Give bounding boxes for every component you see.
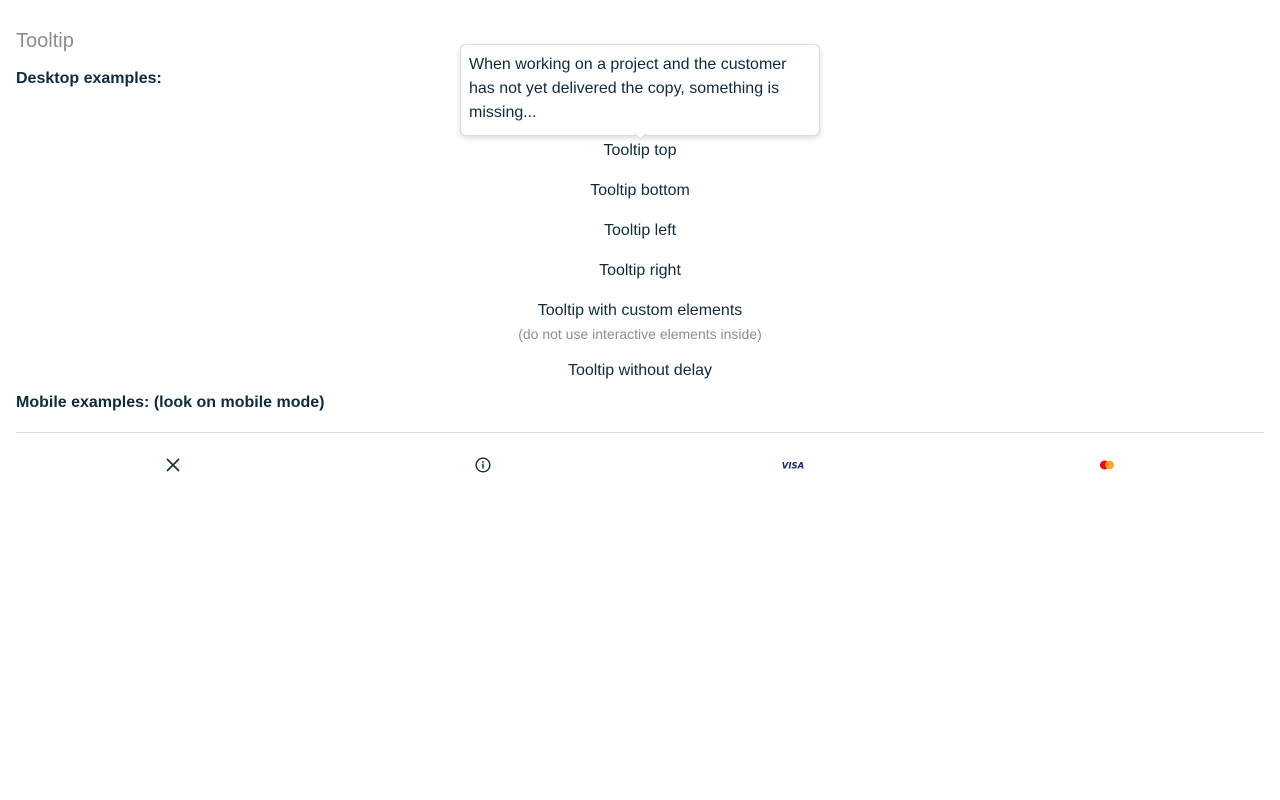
tooltip-right-button[interactable]: Tooltip right (599, 262, 681, 280)
page-title: Tooltip (16, 30, 74, 52)
tooltip-left-trigger: Tooltip left (0, 222, 1280, 240)
mobile-examples-heading: Mobile examples: (look on mobile mode) (16, 394, 325, 411)
close-icon (166, 458, 180, 472)
tooltip-right-trigger: Tooltip right (0, 262, 1280, 280)
desktop-examples-heading: Desktop examples: (16, 70, 162, 87)
info-icon-button[interactable] (473, 455, 493, 475)
visa-icon: VISA (782, 462, 804, 471)
tooltip-demo-page: Tooltip Desktop examples: When working o… (0, 0, 1280, 800)
tooltip-top-trigger: Tooltip top (0, 142, 1280, 160)
tooltip-custom-note: (do not use interactive elements inside) (518, 326, 762, 342)
mastercard-icon (1100, 460, 1114, 470)
tooltip-custom-button[interactable]: Tooltip with custom elements (538, 302, 743, 320)
tooltip-popup: When working on a project and the custom… (460, 44, 820, 136)
tooltip-text: When working on a project and the custom… (469, 56, 787, 121)
tooltip-top-button[interactable]: Tooltip top (604, 142, 677, 160)
tooltip-left-button[interactable]: Tooltip left (604, 222, 676, 240)
svg-text:VISA: VISA (782, 462, 804, 471)
divider (16, 432, 1264, 433)
tooltip-bottom-button[interactable]: Tooltip bottom (590, 182, 690, 200)
mastercard-icon-button[interactable] (1097, 455, 1117, 475)
tooltip-custom-trigger: Tooltip with custom elements (0, 302, 1280, 320)
close-icon-button[interactable] (163, 455, 183, 475)
info-icon (475, 457, 491, 473)
visa-icon-button[interactable]: VISA (779, 455, 807, 475)
tooltip-bottom-trigger: Tooltip bottom (0, 182, 1280, 200)
tooltip-no-delay-trigger: Tooltip without delay (0, 362, 1280, 380)
tooltip-no-delay-button[interactable]: Tooltip without delay (568, 362, 712, 380)
